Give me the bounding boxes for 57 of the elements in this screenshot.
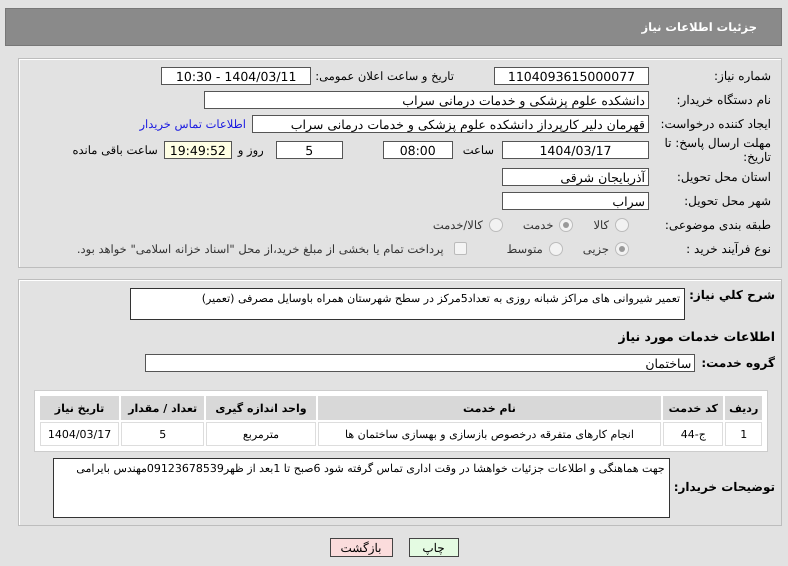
announce-date-field: 1404/03/11 - 10:30 [161, 66, 312, 84]
service-group-field: ساختمان [145, 354, 696, 372]
column-header: تاریخ نیاز [40, 396, 120, 420]
radio-button[interactable] [615, 218, 629, 232]
summary-text-area[interactable]: تعمیر شیروانی های مراکز شبانه روزی به تعداد5مرکز در سطح شهرستان همراه باوسایل مصرفی (تعمیر) [130, 288, 686, 320]
page-title: جزئیات اطلاعات نیاز [641, 20, 757, 34]
column-header: کد خدمت [663, 396, 724, 420]
province-field: آذربایجان شرقی [502, 168, 649, 186]
buyer-field: دانشکده علوم پزشکی و خدمات درمانی سراب [204, 90, 649, 108]
table-cell: 1404/03/17 [40, 422, 120, 446]
days-field: 5 [276, 141, 343, 159]
radio-label: متوسط [506, 242, 543, 256]
radio-label: کالا [593, 218, 609, 232]
notes-text-area[interactable]: جهت هماهنگی و اطلاعات جزئیات خواهشا در وقت اداری تماس گرفته شود 6صبح تا 1بعد از ظهر09123678539مهندس بایرامی [52, 458, 670, 518]
field-label: مهلت ارسال پاسخ: تا تاریخ: [663, 136, 772, 164]
radio-button[interactable] [548, 242, 563, 256]
field-label: طبقه بندی موضوعی: [664, 218, 772, 232]
contact-link[interactable]: اطلاعات تماس خریدار [139, 116, 246, 130]
field-label: ایجاد کننده درخواست: [659, 116, 772, 130]
radio-button[interactable] [615, 242, 629, 256]
column-header: نام خدمت [318, 396, 662, 420]
remaining-time-field: 19:49:52 [164, 141, 232, 159]
field-label: روز و [238, 143, 264, 157]
action-button[interactable]: چاپ [408, 538, 458, 557]
city-field: سراب [502, 192, 649, 210]
column-header: تعداد / مقدار [121, 396, 204, 420]
checkbox-label: پرداخت تمام یا بخشی از مبلغ خرید،از محل "اسناد خزانه اسلامی" خواهد بود. [76, 242, 444, 256]
field-label: شهر محل تحویل: [683, 194, 772, 208]
field-label: ساعت باقی مانده [72, 143, 158, 157]
field-label: گروه خدمت: [701, 356, 776, 370]
field-label: شرح کلي نياز: [689, 288, 776, 302]
deadline-time-field: 08:00 [382, 141, 453, 159]
deadline-date-field: 1404/03/17 [502, 141, 649, 159]
radio-button[interactable] [559, 218, 574, 232]
action-button[interactable]: بازگشت [330, 538, 392, 557]
radio-label: جزیی [582, 242, 609, 256]
field-label: تاریخ و ساعت اعلان عمومی: [314, 68, 454, 82]
column-header: واحد اندازه گیری [206, 396, 316, 420]
radio-button[interactable] [488, 218, 503, 232]
table-cell: 1 [725, 422, 762, 446]
checkbox[interactable] [454, 242, 467, 255]
field-label: شماره نیاز: [713, 68, 772, 82]
table-cell: ج-44 [663, 422, 724, 446]
field-label: نوع فرآیند خرید : [685, 242, 772, 256]
table-cell: انجام کارهای متفرقه درخصوص بازسازی و بهسازی ساختمان ها [318, 422, 662, 446]
radio-label: کالا/خدمت [432, 218, 483, 232]
radio-label: خدمت [522, 218, 554, 232]
field-label: توضیحات خریدار: [674, 480, 776, 494]
field-label: نام دستگاه خریدار: [676, 92, 772, 106]
field-label: ساعت [462, 143, 494, 157]
need-number-field: 1104093615000077 [494, 66, 649, 84]
field-label: استان محل تحویل: [676, 170, 772, 184]
creator-field: قهرمان دلیر کارپرداز دانشکده علوم پزشکی و خدمات درمانی سراب [252, 114, 649, 132]
table-cell: مترمربع [206, 422, 316, 446]
table-cell: 5 [121, 422, 204, 446]
section-heading: اطلاعات خدمات مورد نیاز [618, 329, 776, 344]
column-header: ردیف [725, 396, 762, 420]
